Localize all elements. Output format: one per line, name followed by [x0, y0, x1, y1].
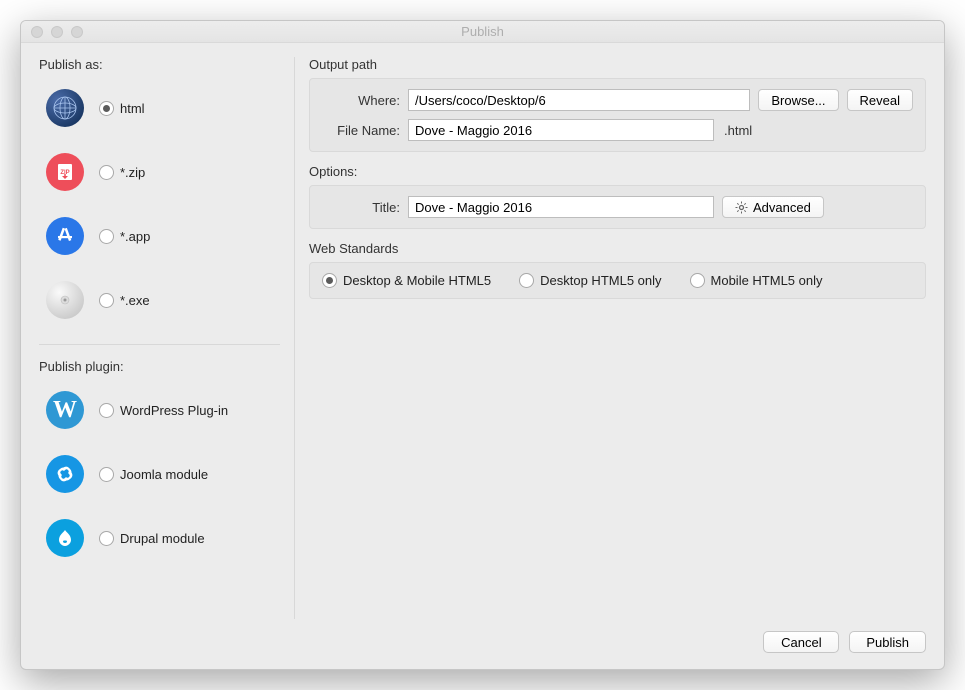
- radio-joomla-label: Joomla module: [120, 467, 208, 482]
- wordpress-icon: W: [45, 390, 85, 430]
- browse-button[interactable]: Browse...: [758, 89, 838, 111]
- footer: Cancel Publish: [21, 619, 944, 669]
- where-input[interactable]: [408, 89, 750, 111]
- gear-icon: [735, 201, 748, 214]
- drupal-icon: [45, 518, 85, 558]
- window-title: Publish: [21, 24, 944, 39]
- filename-label: File Name:: [322, 123, 400, 138]
- reveal-button[interactable]: Reveal: [847, 89, 913, 111]
- options-group: Options: Title: Advanced: [309, 164, 926, 229]
- where-label: Where:: [322, 93, 400, 108]
- plugin-drupal[interactable]: Drupal module: [39, 512, 280, 576]
- radio-drupal-label: Drupal module: [120, 531, 205, 546]
- radio-html-label: html: [120, 101, 145, 116]
- app-icon: [45, 216, 85, 256]
- format-zip[interactable]: ZIP *.zip: [39, 146, 280, 210]
- content: Publish as: html ZIP: [21, 43, 944, 619]
- publish-as-label: Publish as:: [39, 57, 280, 72]
- format-html[interactable]: html: [39, 82, 280, 146]
- traffic-lights: [21, 26, 83, 38]
- radio-desktop-mobile[interactable]: [322, 273, 337, 288]
- web-standards-label: Web Standards: [309, 241, 926, 256]
- format-exe[interactable]: *.exe: [39, 274, 280, 338]
- plugin-joomla[interactable]: Joomla module: [39, 448, 280, 512]
- disc-icon: [45, 280, 85, 320]
- publish-window: Publish Publish as: html ZIP: [20, 20, 945, 670]
- radio-joomla[interactable]: [99, 467, 114, 482]
- title-input[interactable]: [408, 196, 714, 218]
- webstd-desktop-mobile[interactable]: Desktop & Mobile HTML5: [322, 273, 491, 288]
- format-app[interactable]: *.app: [39, 210, 280, 274]
- close-icon[interactable]: [31, 26, 43, 38]
- radio-mobile-only[interactable]: [690, 273, 705, 288]
- webstd-mobile-only[interactable]: Mobile HTML5 only: [690, 273, 823, 288]
- sidebar-divider: [39, 344, 280, 345]
- radio-app-label: *.app: [120, 229, 150, 244]
- globe-icon: [45, 88, 85, 128]
- radio-drupal[interactable]: [99, 531, 114, 546]
- titlebar: Publish: [21, 21, 944, 43]
- zoom-icon[interactable]: [71, 26, 83, 38]
- radio-desktop-only[interactable]: [519, 273, 534, 288]
- publish-plugin-label: Publish plugin:: [39, 359, 280, 374]
- main-panel: Output path Where: Browse... Reveal File…: [295, 57, 926, 619]
- webstd-desktop-only[interactable]: Desktop HTML5 only: [519, 273, 661, 288]
- radio-exe[interactable]: [99, 293, 114, 308]
- plugin-wordpress[interactable]: W WordPress Plug-in: [39, 384, 280, 448]
- radio-zip-label: *.zip: [120, 165, 145, 180]
- radio-wordpress[interactable]: [99, 403, 114, 418]
- filename-extension: .html: [722, 123, 752, 138]
- minimize-icon[interactable]: [51, 26, 63, 38]
- web-standards-group: Web Standards Desktop & Mobile HTML5 Des…: [309, 241, 926, 299]
- output-path-group: Output path Where: Browse... Reveal File…: [309, 57, 926, 152]
- advanced-button[interactable]: Advanced: [722, 196, 824, 218]
- output-path-label: Output path: [309, 57, 926, 72]
- radio-app[interactable]: [99, 229, 114, 244]
- sidebar: Publish as: html ZIP: [39, 57, 295, 619]
- joomla-icon: [45, 454, 85, 494]
- radio-zip[interactable]: [99, 165, 114, 180]
- radio-exe-label: *.exe: [120, 293, 150, 308]
- zip-icon: ZIP: [45, 152, 85, 192]
- radio-wordpress-label: WordPress Plug-in: [120, 403, 228, 418]
- publish-button[interactable]: Publish: [849, 631, 926, 653]
- title-label: Title:: [322, 200, 400, 215]
- filename-input[interactable]: [408, 119, 714, 141]
- options-label: Options:: [309, 164, 926, 179]
- advanced-label: Advanced: [753, 200, 811, 215]
- radio-html[interactable]: [99, 101, 114, 116]
- cancel-button[interactable]: Cancel: [763, 631, 839, 653]
